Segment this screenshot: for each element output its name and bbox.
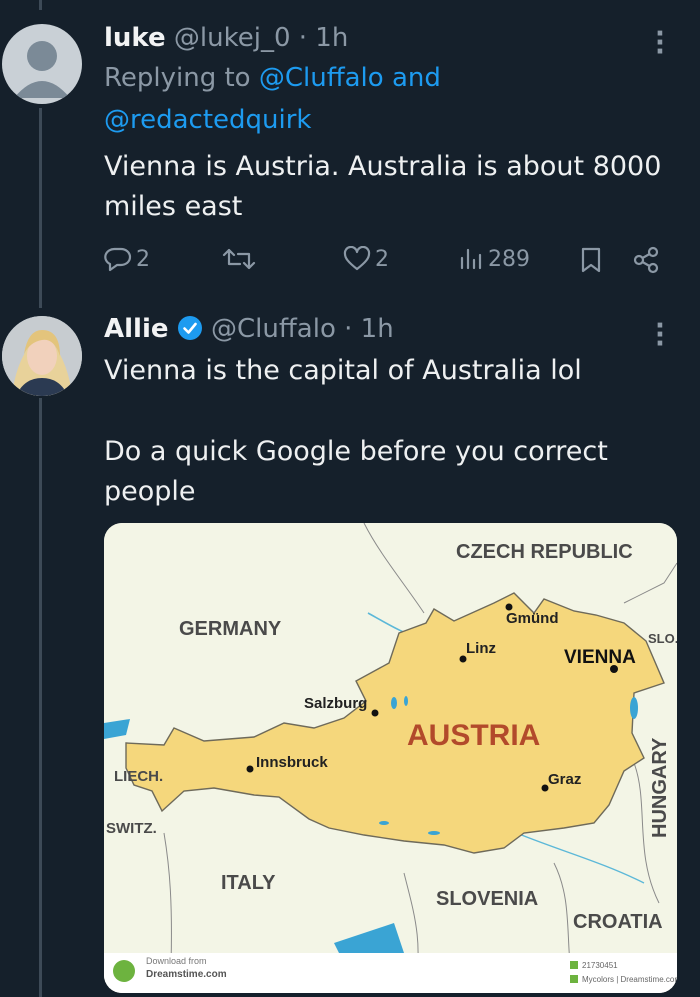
watermark-credit: Mycolors | Dreamstime.com (582, 975, 677, 984)
reply-button[interactable]: 2 (104, 246, 150, 272)
label-slovenia: SLOVENIA (436, 888, 538, 910)
label-slo: SLO. (648, 631, 677, 646)
verified-badge-icon (177, 316, 202, 340)
mention-link-redactedquirk[interactable]: @redactedquirk (104, 104, 312, 136)
bookmark-icon (581, 247, 601, 273)
label-linz: Linz (466, 640, 496, 657)
city-dot-salzburg (371, 709, 379, 717)
avatar-allie[interactable] (2, 316, 82, 396)
tweet1-text-line2: miles east (104, 191, 243, 222)
label-vienna: VIENNA (564, 647, 636, 668)
thread-line-top (39, 0, 42, 10)
mention-link-cluffalo[interactable]: @Cluffalo and (259, 63, 441, 93)
watermark-line1: Download from (146, 956, 207, 966)
label-switz: SWITZ. (106, 820, 157, 837)
label-salzburg: Salzburg (304, 695, 367, 712)
label-germany: GERMANY (179, 618, 282, 640)
reply-icon (104, 247, 132, 272)
tweet1-actions: 2 2 289 (0, 246, 700, 280)
watermark-line2: Dreamstime.com (146, 969, 227, 980)
retweet-button[interactable] (222, 246, 256, 272)
author-name[interactable]: Allie (104, 314, 169, 344)
dreamstime-logo-icon (113, 960, 135, 982)
label-gmund: Gmünd (506, 610, 559, 627)
avatar-luke[interactable] (2, 24, 82, 104)
views-button[interactable]: 289 (458, 246, 530, 272)
label-italy: ITALY (221, 872, 276, 894)
tweet2-text-line3: people (104, 476, 196, 507)
analytics-icon (460, 248, 482, 270)
share-icon (633, 246, 659, 274)
author-name[interactable]: luke (104, 23, 166, 53)
austria-map-image[interactable]: CZECH REPUBLIC GERMANY AUSTRIA LIECH. SW… (104, 523, 677, 993)
replying-prefix: Replying to (104, 63, 251, 93)
default-user-icon (14, 41, 70, 98)
label-austria: AUSTRIA (407, 719, 540, 752)
heart-icon (343, 246, 371, 271)
austria-map: CZECH REPUBLIC GERMANY AUSTRIA LIECH. SW… (104, 523, 677, 993)
like-count: 2 (375, 246, 389, 272)
label-croatia: CROATIA (573, 911, 663, 933)
profile-photo (2, 316, 82, 396)
author-handle-time[interactable]: @lukej_0 · 1h (174, 23, 348, 53)
reply-count: 2 (136, 246, 150, 272)
label-hungary: HUNGARY (649, 737, 671, 838)
tweet2-text-line2: Do a quick Google before you correct (104, 436, 608, 467)
label-czech-republic: CZECH REPUBLIC (456, 541, 633, 563)
more-options-icon[interactable]: · · · (655, 313, 665, 357)
thread-line-allie (39, 398, 42, 997)
author-handle-time[interactable]: @Cluffalo · 1h (211, 314, 394, 344)
bookmark-button[interactable] (580, 246, 602, 274)
watermark-id: 21730451 (582, 961, 618, 970)
label-graz: Graz (548, 771, 581, 788)
tweet1-header: luke @lukej_0 · 1h (104, 22, 348, 54)
share-button[interactable] (632, 246, 660, 274)
replying-to: Replying to @Cluffalo and (104, 62, 441, 94)
label-innsbruck: Innsbruck (256, 754, 328, 771)
like-button[interactable]: 2 (343, 246, 389, 272)
label-liech: LIECH. (114, 768, 163, 785)
tweet1-text-line1: Vienna is Austria. Australia is about 80… (104, 151, 662, 182)
tweet2-header: Allie @Cluffalo · 1h (104, 313, 394, 345)
more-options-icon[interactable]: · · · (655, 21, 665, 65)
retweet-icon (222, 248, 256, 270)
city-dot-innsbruck (246, 765, 254, 773)
view-count: 289 (488, 246, 530, 272)
tweet2-text-line1: Vienna is the capital of Australia lol (104, 355, 582, 386)
